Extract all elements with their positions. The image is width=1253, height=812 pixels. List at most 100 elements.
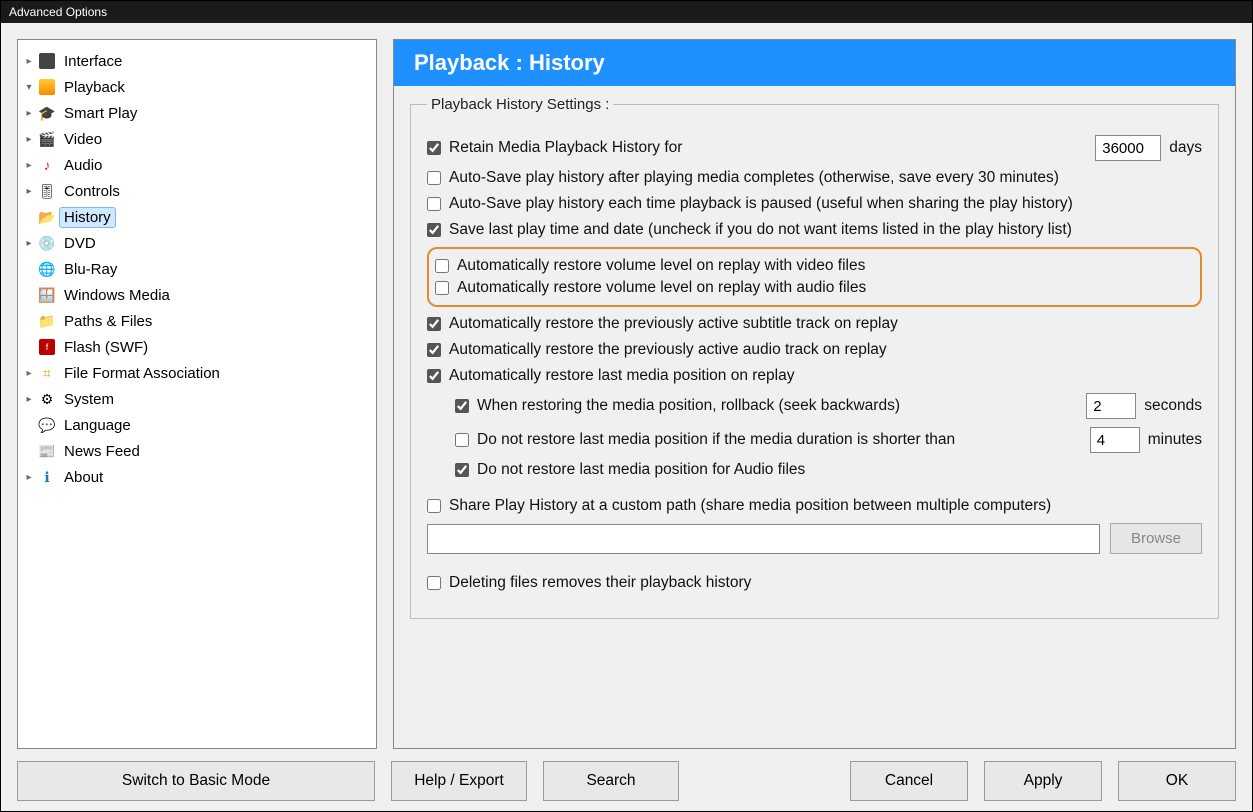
window-title: Advanced Options: [9, 5, 107, 19]
rollback-unit: seconds: [1144, 397, 1202, 415]
restore-audio-track-checkbox[interactable]: [427, 343, 441, 357]
tree-item-flash[interactable]: f Flash (SWF): [22, 334, 372, 360]
switch-basic-button[interactable]: Switch to Basic Mode: [17, 761, 375, 801]
restore-subtitle-checkbox[interactable]: [427, 317, 441, 331]
tree-item-file-format[interactable]: ▸ ⌗ File Format Association: [22, 360, 372, 386]
tree-item-bluray[interactable]: 🌐 Blu-Ray: [22, 256, 372, 282]
caret-down-icon: ▾: [22, 82, 36, 93]
share-path-checkbox[interactable]: [427, 499, 441, 513]
ok-button[interactable]: OK: [1118, 761, 1236, 801]
caret-right-icon: ▸: [22, 394, 36, 405]
save-last-time-label: Save last play time and date (uncheck if…: [449, 221, 1072, 239]
tree-item-controls[interactable]: ▸ 🎚 Controls: [22, 178, 372, 204]
tree-label: Audio: [60, 156, 106, 175]
tree-label: Interface: [60, 52, 126, 71]
caret-right-icon: ▸: [22, 186, 36, 197]
tree-label: File Format Association: [60, 364, 224, 383]
shorter-minutes-input[interactable]: [1090, 427, 1140, 453]
smart-play-icon: 🎓: [38, 104, 56, 122]
tree-item-video[interactable]: ▸ 🎬 Video: [22, 126, 372, 152]
news-feed-icon: 📰: [38, 442, 56, 460]
retain-checkbox[interactable]: [427, 141, 441, 155]
tree-label: Flash (SWF): [60, 338, 152, 357]
tree-item-language[interactable]: 💬 Language: [22, 412, 372, 438]
settings-legend: Playback History Settings :: [427, 96, 613, 113]
history-icon: 📂: [38, 208, 56, 226]
tree-label: About: [60, 468, 107, 487]
tree-item-history[interactable]: 📂 History: [22, 204, 372, 230]
row-restore-position: Automatically restore last media positio…: [427, 367, 1202, 385]
share-path-input[interactable]: [427, 524, 1100, 554]
tree-item-system[interactable]: ▸ ⚙ System: [22, 386, 372, 412]
restore-position-checkbox[interactable]: [427, 369, 441, 383]
row-autosave-pause: Auto-Save play history each time playbac…: [427, 195, 1202, 213]
tree-label: Blu-Ray: [60, 260, 121, 279]
highlight-annotation: Automatically restore volume level on re…: [427, 247, 1202, 307]
button-bar: Switch to Basic Mode Help / Export Searc…: [17, 761, 1236, 801]
shorter-checkbox[interactable]: [455, 433, 469, 447]
restore-position-label: Automatically restore last media positio…: [449, 367, 794, 385]
cancel-button[interactable]: Cancel: [850, 761, 968, 801]
tree-item-playback[interactable]: ▾ Playback: [22, 74, 372, 100]
row-restore-vol-video: Automatically restore volume level on re…: [435, 257, 1194, 275]
folder-icon: 📁: [38, 312, 56, 330]
tree-item-paths-files[interactable]: 📁 Paths & Files: [22, 308, 372, 334]
no-restore-audio-checkbox[interactable]: [455, 463, 469, 477]
rollback-label: When restoring the media position, rollb…: [477, 397, 900, 415]
tree-item-windows-media[interactable]: 🪟 Windows Media: [22, 282, 372, 308]
caret-right-icon: ▸: [22, 160, 36, 171]
caret-right-icon: ▸: [22, 108, 36, 119]
content-pane: Playback : History Playback History Sett…: [393, 39, 1236, 749]
save-last-time-checkbox[interactable]: [427, 223, 441, 237]
row-rollback: When restoring the media position, rollb…: [427, 393, 1202, 419]
caret-right-icon: ▸: [22, 56, 36, 67]
restore-subtitle-label: Automatically restore the previously act…: [449, 315, 898, 333]
apply-button[interactable]: Apply: [984, 761, 1102, 801]
tree-item-smart-play[interactable]: ▸ 🎓 Smart Play: [22, 100, 372, 126]
tree-item-audio[interactable]: ▸ ♪ Audio: [22, 152, 372, 178]
share-path-controls: Browse: [427, 523, 1202, 554]
restore-vol-audio-label: Automatically restore volume level on re…: [457, 279, 866, 297]
controls-icon: 🎚: [38, 182, 56, 200]
bluray-icon: 🌐: [38, 260, 56, 278]
share-path-label: Share Play History at a custom path (sha…: [449, 497, 1051, 515]
titlebar: Advanced Options: [1, 1, 1252, 23]
tree-item-interface[interactable]: ▸ Interface: [22, 48, 372, 74]
tree-label: DVD: [60, 234, 100, 253]
advanced-options-window: Advanced Options ▸ Interface ▾: [0, 0, 1253, 812]
row-restore-subtitle: Automatically restore the previously act…: [427, 315, 1202, 333]
retain-days-input[interactable]: [1095, 135, 1161, 161]
restore-audio-track-label: Automatically restore the previously act…: [449, 341, 887, 359]
shorter-label: Do not restore last media position if th…: [477, 431, 955, 449]
row-save-last-time: Save last play time and date (uncheck if…: [427, 221, 1202, 239]
delete-removes-checkbox[interactable]: [427, 576, 441, 590]
row-restore-vol-audio: Automatically restore volume level on re…: [435, 279, 1194, 297]
restore-vol-audio-checkbox[interactable]: [435, 281, 449, 295]
rollback-seconds-input[interactable]: [1086, 393, 1136, 419]
row-no-restore-audio: Do not restore last media position for A…: [427, 461, 1202, 479]
tree-label: Video: [60, 130, 106, 149]
autosave-pause-checkbox[interactable]: [427, 197, 441, 211]
retain-unit: days: [1169, 139, 1202, 157]
restore-vol-video-checkbox[interactable]: [435, 259, 449, 273]
tree-label: History: [60, 208, 115, 227]
body: ▸ Interface ▾ Playback: [1, 23, 1252, 811]
panes: ▸ Interface ▾ Playback: [17, 39, 1236, 749]
autosave-complete-checkbox[interactable]: [427, 171, 441, 185]
help-export-button[interactable]: Help / Export: [391, 761, 527, 801]
autosave-pause-label: Auto-Save play history each time playbac…: [449, 195, 1073, 213]
tree-item-about[interactable]: ▸ ℹ About: [22, 464, 372, 490]
tree-label: Language: [60, 416, 135, 435]
browse-button[interactable]: Browse: [1110, 523, 1202, 554]
tree-label: News Feed: [60, 442, 144, 461]
search-button[interactable]: Search: [543, 761, 679, 801]
rollback-checkbox[interactable]: [455, 399, 469, 413]
content-scroll[interactable]: Playback History Settings : Retain Media…: [394, 86, 1235, 748]
gear-icon: ⚙: [38, 390, 56, 408]
tree-item-dvd[interactable]: ▸ 💿 DVD: [22, 230, 372, 256]
tree-item-news-feed[interactable]: 📰 News Feed: [22, 438, 372, 464]
nav-tree[interactable]: ▸ Interface ▾ Playback: [17, 39, 377, 749]
video-icon: 🎬: [38, 130, 56, 148]
tree-label: Windows Media: [60, 286, 174, 305]
retain-label: Retain Media Playback History for: [449, 139, 682, 157]
